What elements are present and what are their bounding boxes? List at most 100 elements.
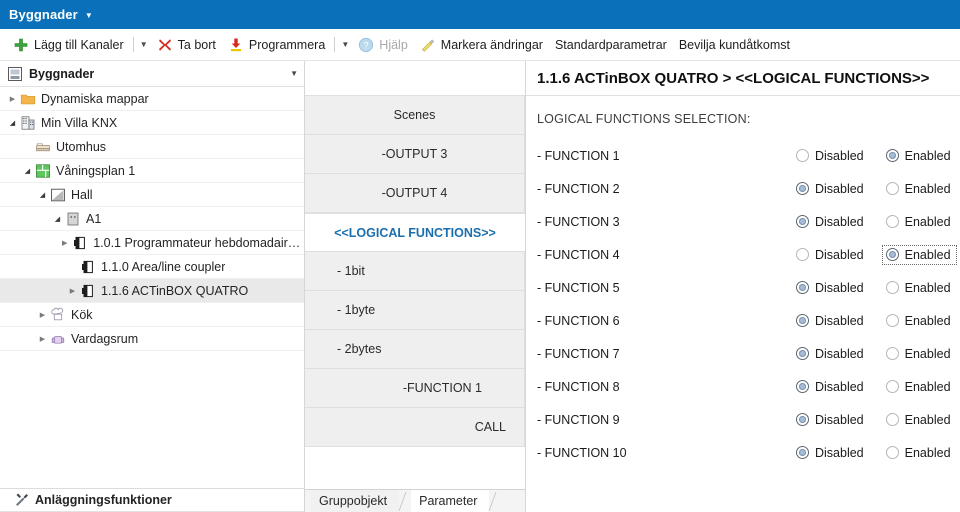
sidebar-item-utomhus[interactable]: Utomhus	[0, 135, 304, 159]
sidebar-item-plant-functions[interactable]: Anläggningsfunktioner	[0, 488, 304, 512]
toolbar-button-hj-lp[interactable]: ? Hjälp	[352, 32, 414, 58]
radio-label-disabled: Disabled	[815, 313, 864, 328]
param-category-output-4[interactable]: -OUTPUT 4	[305, 174, 525, 213]
function-8-disabled-option[interactable]: Disabled	[792, 377, 870, 397]
radio-icon-disabled[interactable]	[796, 380, 809, 393]
radio-label-disabled: Disabled	[815, 445, 864, 460]
radio-icon-enabled[interactable]	[885, 413, 899, 426]
svg-text:?: ?	[364, 40, 369, 50]
sidebar-item-1-1-0-area-line-coupler[interactable]: 1.1.0 Area/line coupler	[0, 255, 304, 279]
radio-icon-enabled[interactable]	[885, 380, 899, 393]
function-label-2: - FUNCTION 2	[537, 181, 620, 196]
radio-label-enabled: Enabled	[904, 445, 951, 460]
param-category-function-1[interactable]: -FUNCTION 1	[305, 369, 525, 408]
function-5-disabled-option[interactable]: Disabled	[792, 278, 870, 298]
radio-icon-disabled[interactable]	[796, 182, 809, 195]
radio-icon-enabled[interactable]	[885, 149, 899, 162]
radio-icon-disabled[interactable]	[796, 248, 809, 261]
radio-icon-enabled[interactable]	[885, 182, 899, 195]
chevron-right-icon[interactable]: ▶	[6, 95, 19, 103]
toolbar-button-standardparametrar[interactable]: Standardparametrar	[549, 32, 673, 58]
sidebar-item-1-0-1-programmateur-hebdomadaire-2[interactable]: ▶ 1.0.1 Programmateur hebdomadaire 2 ca..…	[0, 231, 304, 255]
radio-icon-disabled[interactable]	[796, 347, 809, 360]
function-7-disabled-option[interactable]: Disabled	[792, 344, 870, 364]
toolbar-button-ta-bort[interactable]: Ta bort	[151, 32, 222, 58]
sidebar-item-a1[interactable]: ◢ A1	[0, 207, 304, 231]
function-5-enabled-option[interactable]: Enabled	[882, 278, 957, 298]
toolbar-button-programmera[interactable]: Programmera	[222, 32, 331, 58]
param-category-2bytes[interactable]: - 2bytes	[305, 330, 525, 369]
function-9-disabled-option[interactable]: Disabled	[792, 410, 870, 430]
chevron-right-icon[interactable]: ▶	[36, 311, 49, 319]
function-row-10: - FUNCTION 10 Disabled Enabled	[537, 436, 960, 469]
function-6-radio-group: Disabled Enabled	[792, 311, 957, 331]
chevron-right-icon[interactable]: ▶	[36, 335, 49, 343]
toolbar-button-markera-ndringar[interactable]: Markera ändringar	[414, 32, 549, 58]
radio-icon-disabled[interactable]	[796, 215, 809, 228]
function-4-disabled-option[interactable]: Disabled	[792, 245, 870, 265]
function-3-enabled-option[interactable]: Enabled	[882, 212, 957, 232]
radio-icon-enabled[interactable]	[885, 248, 899, 261]
function-6-disabled-option[interactable]: Disabled	[792, 311, 870, 331]
function-10-disabled-option[interactable]: Disabled	[792, 443, 870, 463]
param-category-logical-functions[interactable]: <<LOGICAL FUNCTIONS>>	[305, 213, 525, 252]
function-1-enabled-option[interactable]: Enabled	[882, 146, 957, 166]
radio-icon-enabled[interactable]	[885, 215, 899, 228]
function-2-disabled-option[interactable]: Disabled	[792, 179, 870, 199]
param-category-1byte[interactable]: - 1byte	[305, 291, 525, 330]
chevron-right-icon[interactable]: ▶	[58, 239, 71, 247]
function-8-radio-group: Disabled Enabled	[792, 377, 957, 397]
function-8-enabled-option[interactable]: Enabled	[882, 377, 957, 397]
param-category-1bit[interactable]: - 1bit	[305, 252, 525, 291]
sidebar-item-min-villa-knx[interactable]: ◢ Min Villa KNX	[0, 111, 304, 135]
chevron-down-icon[interactable]: ◢	[6, 119, 19, 127]
function-3-disabled-option[interactable]: Disabled	[792, 212, 870, 232]
sidebar-item-k-k[interactable]: ▶ Kök	[0, 303, 304, 327]
function-9-enabled-option[interactable]: Enabled	[882, 410, 957, 430]
sidebar-item-1-1-6-actinbox-quatro[interactable]: ▶ 1.1.6 ACTinBOX QUATRO	[0, 279, 304, 303]
function-10-enabled-option[interactable]: Enabled	[882, 443, 957, 463]
chevron-down-icon[interactable]: ◢	[36, 191, 49, 199]
toolbar-button-bevilja-kund-tkomst[interactable]: Bevilja kundåtkomst	[673, 32, 796, 58]
radio-icon-enabled[interactable]	[885, 347, 899, 360]
radio-icon-disabled[interactable]	[796, 314, 809, 327]
param-category-call[interactable]: CALL	[305, 408, 525, 447]
toolbar-button-label: Bevilja kundåtkomst	[678, 37, 790, 52]
tab-label: Gruppobjekt	[319, 494, 388, 508]
toolbar-dropdown-arrow-programmera[interactable]: ▼	[338, 32, 352, 58]
function-7-enabled-option[interactable]: Enabled	[882, 344, 957, 364]
chevron-down-icon[interactable]: ▼	[290, 69, 298, 78]
sidebar-item-vardagsrum[interactable]: ▶ Vardagsrum	[0, 327, 304, 351]
radio-icon-enabled[interactable]	[885, 281, 899, 294]
param-category-label: - 1byte	[337, 303, 376, 317]
tree-panel-header: Byggnader ▼	[0, 61, 304, 87]
toolbar-dropdown-arrow-l-gg-till-kanaler[interactable]: ▼	[137, 32, 151, 58]
param-category-label: -FUNCTION 1	[402, 381, 482, 395]
radio-icon-disabled[interactable]	[796, 446, 809, 459]
sidebar-item-dynamiska-mappar[interactable]: ▶ Dynamiska mappar	[0, 87, 304, 111]
chevron-down-icon[interactable]: ▼	[85, 11, 93, 20]
chevron-right-icon[interactable]: ▶	[66, 287, 79, 295]
radio-label-enabled: Enabled	[904, 247, 951, 262]
function-6-enabled-option[interactable]: Enabled	[882, 311, 957, 331]
chevron-down-icon[interactable]: ◢	[21, 167, 34, 175]
radio-icon-enabled[interactable]	[885, 314, 899, 327]
radio-icon-disabled[interactable]	[796, 413, 809, 426]
radio-icon-disabled[interactable]	[796, 281, 809, 294]
radio-icon-disabled[interactable]	[796, 149, 809, 162]
param-category-output-3[interactable]: -OUTPUT 3	[305, 135, 525, 174]
function-4-enabled-option[interactable]: Enabled	[881, 244, 957, 265]
sidebar-item-v-ningsplan-1[interactable]: ◢ Våningsplan 1	[0, 159, 304, 183]
function-1-disabled-option[interactable]: Disabled	[792, 146, 870, 166]
toolbar-button-l-gg-till-kanaler[interactable]: Lägg till Kanaler	[7, 32, 130, 58]
function-row-3: - FUNCTION 3 Disabled Enabled	[537, 205, 960, 238]
floorplan-icon	[34, 163, 51, 179]
chevron-down-icon[interactable]: ◢	[51, 215, 64, 223]
function-2-enabled-option[interactable]: Enabled	[882, 179, 957, 199]
radio-label-enabled: Enabled	[904, 214, 951, 229]
sidebar-item-hall[interactable]: ◢ Hall	[0, 183, 304, 207]
tab-gruppobjekt[interactable]: Gruppobjekt	[311, 490, 400, 512]
tab-parameter[interactable]: Parameter	[411, 490, 490, 512]
param-category-scenes[interactable]: Scenes	[305, 96, 525, 135]
radio-icon-enabled[interactable]	[885, 446, 899, 459]
